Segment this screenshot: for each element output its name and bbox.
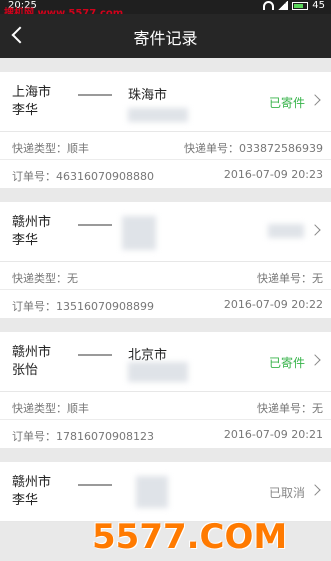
signal-icon	[278, 1, 289, 10]
page-title: 寄件记录	[133, 29, 198, 48]
courier-type: 快递类型：顺丰	[12, 142, 89, 155]
order-date: 2016-07-09 20:23	[223, 168, 323, 181]
route-arrow-icon	[78, 94, 112, 96]
order-row: 订单号：46316070908880 2016-07-09 20:23	[0, 160, 331, 188]
tracking-number: 快递单号：无	[257, 402, 323, 415]
order-number: 订单号：46316070908880	[12, 170, 154, 183]
chevron-right-icon[interactable]	[309, 484, 321, 496]
sender-info: 赣州市 李华	[12, 474, 51, 510]
tracking-number: 快递单号：033872586939	[184, 142, 323, 155]
record-card[interactable]: 上海市 李华 珠海市 已寄件 快递类型：顺丰 快递单号：033872586939…	[0, 72, 331, 188]
to-city: 北京市	[128, 348, 168, 363]
route-arrow-icon	[78, 354, 112, 356]
route-arrow-icon	[78, 224, 112, 226]
battery-icon	[292, 1, 309, 10]
sender-info: 上海市 李华	[12, 84, 51, 120]
record-card[interactable]: 赣州市 李华 快递类型：无 快递单号：无 订单号：13516070908899 …	[0, 202, 331, 318]
record-list: 上海市 李华 珠海市 已寄件 快递类型：顺丰 快递单号：033872586939…	[0, 72, 331, 536]
from-city: 上海市	[12, 85, 52, 100]
record-route[interactable]: 赣州市 张怡 北京市 已寄件	[0, 332, 331, 392]
record-card[interactable]: 赣州市 张怡 北京市 已寄件 快递类型：顺丰 快递单号：无 订单号：178160…	[0, 332, 331, 448]
tracking-number: 快递单号：无	[257, 272, 323, 285]
status-icons: 45	[263, 0, 325, 11]
watermark-bottom: 5577.COM	[92, 517, 288, 557]
redacted-status	[268, 224, 304, 238]
from-city: 赣州市	[12, 475, 52, 490]
from-city: 赣州市	[12, 345, 52, 360]
battery-level: 45	[312, 0, 325, 11]
courier-row: 快递类型：无 快递单号：无	[0, 262, 331, 290]
record-route[interactable]: 上海市 李华 珠海市 已寄件	[0, 72, 331, 132]
record-status: 已取消	[268, 486, 305, 500]
from-name: 李华	[12, 103, 39, 118]
order-date: 2016-07-09 20:21	[223, 428, 323, 441]
order-row: 订单号：17816070908123 2016-07-09 20:21	[0, 420, 331, 448]
redacted-recipient	[128, 108, 188, 122]
sender-info: 赣州市 李华	[12, 214, 51, 250]
order-number: 订单号：17816070908123	[12, 430, 154, 443]
wifi-icon	[263, 1, 275, 10]
order-date: 2016-07-09 20:22	[223, 298, 323, 311]
record-route[interactable]: 赣州市 李华	[0, 202, 331, 262]
redacted-recipient	[122, 216, 156, 250]
from-city: 赣州市	[12, 215, 52, 230]
order-number: 订单号：13516070908899	[12, 300, 154, 313]
from-name: 张怡	[12, 363, 39, 378]
sender-info: 赣州市 张怡	[12, 344, 51, 380]
redacted-recipient	[136, 476, 168, 508]
courier-type: 快递类型：顺丰	[12, 402, 89, 415]
courier-row: 快递类型：顺丰 快递单号：033872586939	[0, 132, 331, 160]
chevron-right-icon[interactable]	[309, 224, 321, 236]
from-name: 李华	[12, 233, 39, 248]
redacted-recipient	[128, 362, 188, 382]
courier-row: 快递类型：顺丰 快递单号：无	[0, 392, 331, 420]
record-route[interactable]: 赣州市 李华 已取消	[0, 462, 331, 522]
record-card[interactable]: 赣州市 李华 已取消	[0, 462, 331, 522]
chevron-right-icon[interactable]	[309, 94, 321, 106]
title-bar: 寄件记录	[0, 14, 331, 58]
courier-type: 快递类型：无	[12, 272, 78, 285]
record-status: 已寄件	[268, 96, 305, 110]
route-arrow-icon	[78, 484, 112, 486]
order-row: 订单号：13516070908899 2016-07-09 20:22	[0, 290, 331, 318]
chevron-right-icon[interactable]	[309, 354, 321, 366]
to-city: 珠海市	[128, 88, 168, 103]
record-status: 已寄件	[268, 356, 305, 370]
from-name: 李华	[12, 493, 39, 508]
